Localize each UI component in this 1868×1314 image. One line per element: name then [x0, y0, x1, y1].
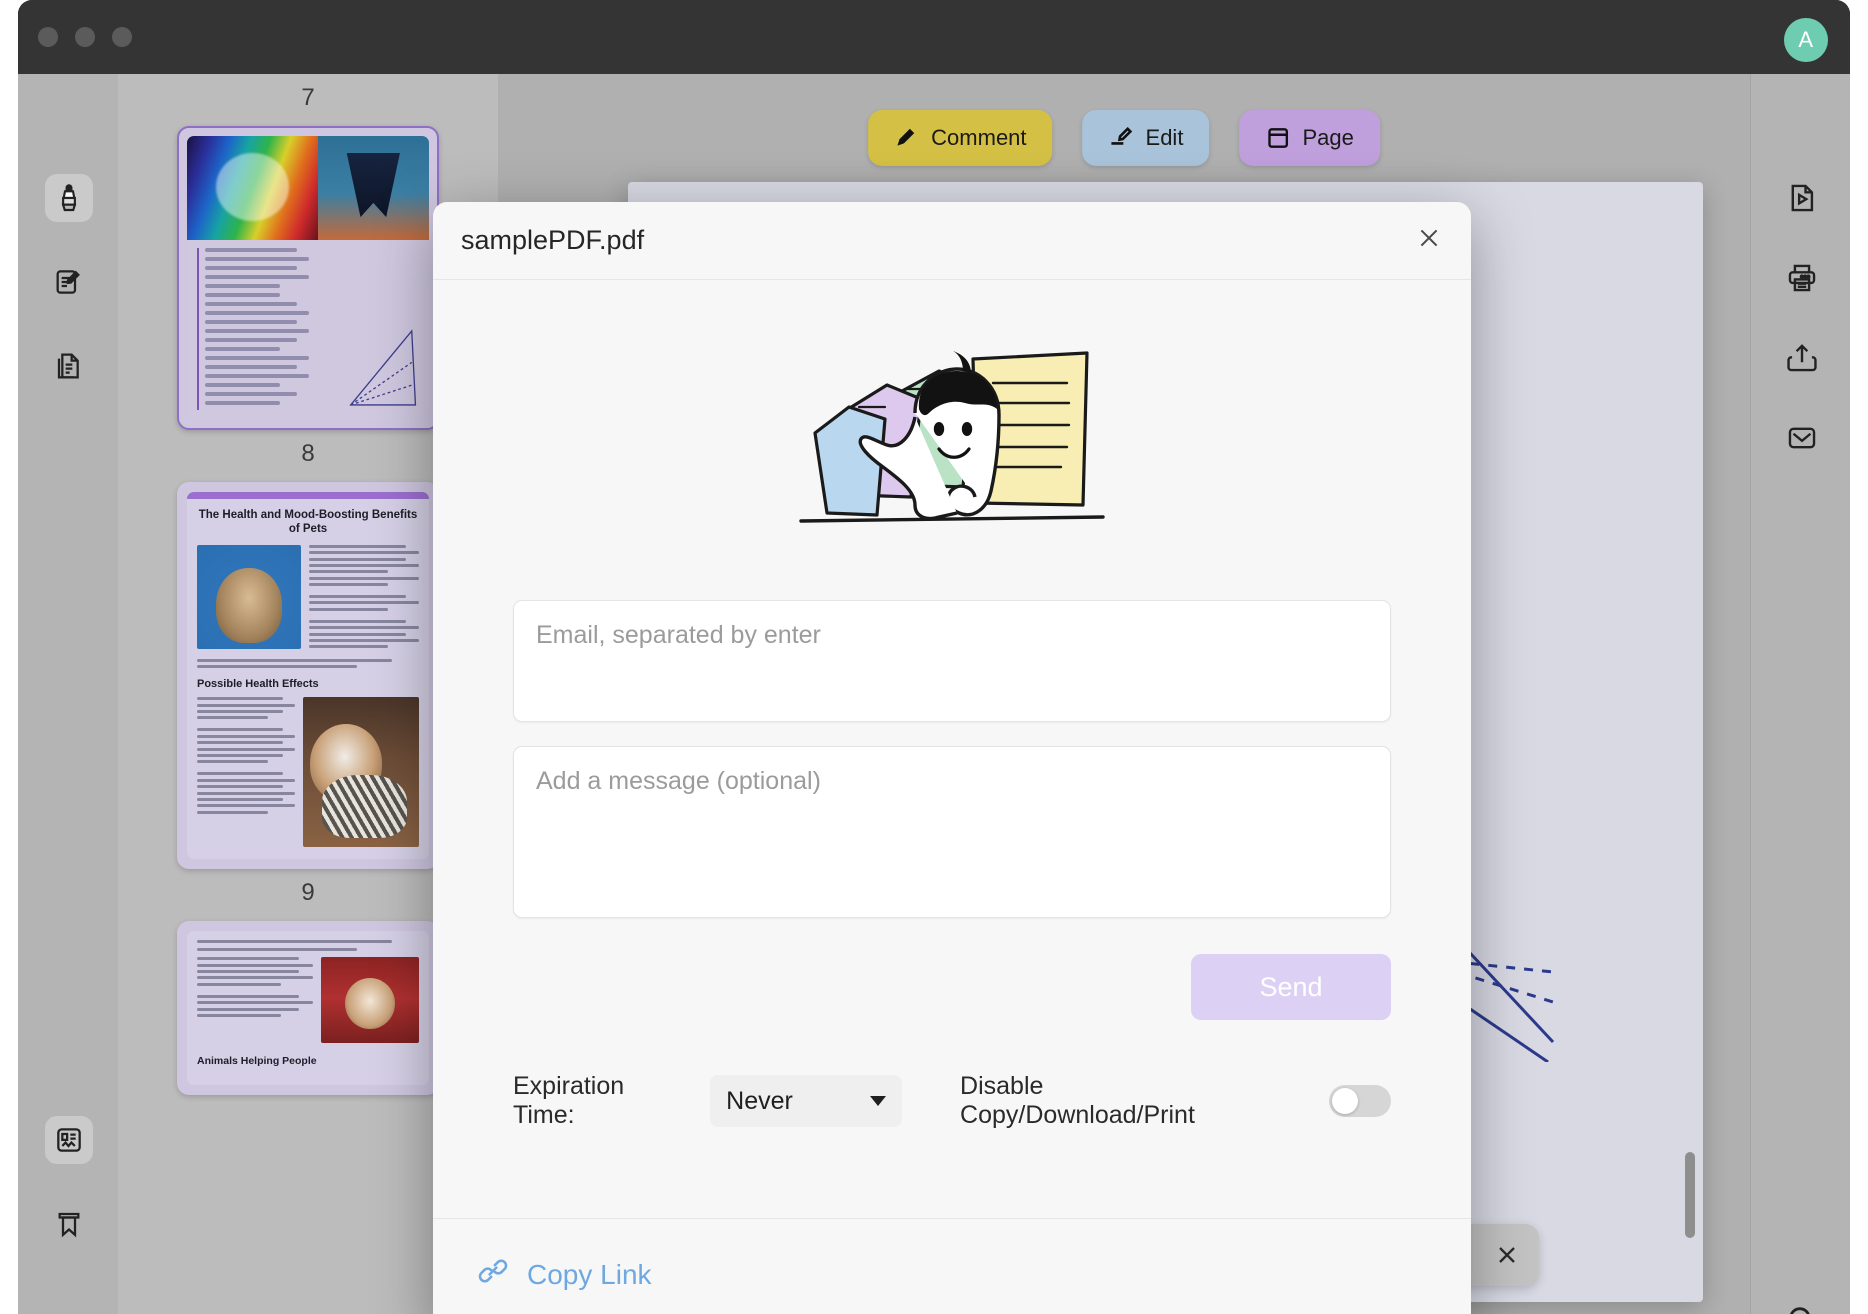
send-button[interactable]: Send	[1191, 954, 1391, 1020]
toggle-knob	[1332, 1088, 1359, 1114]
expiration-value: Never	[726, 1086, 793, 1115]
expiration-label: Expiration Time:	[513, 1072, 625, 1129]
dialog-header: samplePDF.pdf	[433, 202, 1471, 280]
chevron-down-icon	[870, 1096, 887, 1106]
window-titlebar: A	[18, 0, 1850, 74]
copy-link-label: Copy Link	[527, 1258, 652, 1290]
email-input[interactable]	[513, 600, 1391, 722]
maximize-window-button[interactable]	[112, 27, 132, 47]
app-root: A 7 8 The Health and Mood-Boosting Benef…	[0, 0, 1868, 1314]
traffic-lights	[38, 27, 132, 47]
copy-link-button[interactable]: Copy Link	[477, 1255, 652, 1294]
dialog-body: Send Expiration Time: Never Disable Copy…	[433, 280, 1471, 1130]
dialog-options-row: Expiration Time: Never Disable Copy/Down…	[513, 1072, 1391, 1130]
dialog-close-button[interactable]	[1409, 221, 1449, 261]
dialog-footer: Copy Link	[433, 1218, 1471, 1314]
share-dialog: samplePDF.pdf Email, separated by enter …	[433, 202, 1471, 1314]
close-window-button[interactable]	[38, 27, 58, 47]
message-input[interactable]	[513, 746, 1391, 918]
workspace: 7 8 The Health and Mood-Boosting Benefit…	[18, 74, 1850, 1314]
dialog-title: samplePDF.pdf	[461, 225, 645, 255]
close-icon	[1416, 225, 1442, 256]
avatar[interactable]: A	[1784, 18, 1828, 62]
disable-copy-toggle[interactable]	[1329, 1085, 1391, 1117]
minimize-window-button[interactable]	[75, 27, 95, 47]
expiration-select[interactable]: Never	[710, 1075, 903, 1127]
disable-copy-label: Disable Copy/Download/Print	[960, 1072, 1195, 1129]
ghost-with-documents-illustration	[513, 280, 1391, 600]
app-window: A 7 8 The Health and Mood-Boosting Benef…	[18, 0, 1850, 1314]
link-chain-icon	[477, 1255, 509, 1294]
